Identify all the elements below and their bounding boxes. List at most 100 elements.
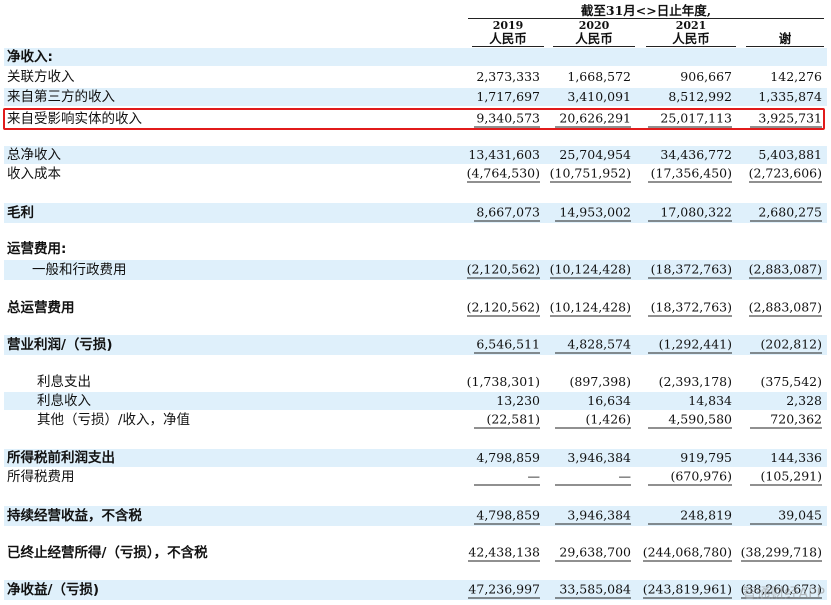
table-row: 总运营费用 (2,120,562) (10,124,428) (18,372,763)… xyxy=(4,298,827,318)
row-value: (670,976) xyxy=(648,469,732,486)
table-row: 运营费用: xyxy=(4,240,827,258)
row-value: (22,581) xyxy=(474,412,540,429)
row-value: 248,819 xyxy=(648,508,732,525)
row-value: 2,680,275 xyxy=(750,205,822,222)
row-value: 3,410,091 xyxy=(567,89,631,104)
row-value: 720,362 xyxy=(750,412,822,429)
row-label: 运营费用: xyxy=(7,241,67,257)
currency-header-2020: 人民币 xyxy=(553,32,635,47)
row-value: (17,356,450) xyxy=(648,166,732,183)
table-row: 收入成本 (4,764,530) (10,751,952) (17,356,450) (… xyxy=(4,165,827,183)
row-value: (10,124,428) xyxy=(549,299,631,317)
row-value: 4,828,574 xyxy=(555,337,631,354)
row-value: (18,372,763) xyxy=(648,262,732,279)
row-value: (244,068,780) xyxy=(642,544,732,562)
table-row: 所得税费用 — — (670,976) (105,291) xyxy=(4,468,827,486)
row-label: 净收入: xyxy=(7,49,53,65)
row-value: (243,819,961) xyxy=(642,581,732,599)
row-value: (375,542) xyxy=(760,374,822,389)
row-value: 4,590,580 xyxy=(648,412,732,429)
row-value: 47,236,997 xyxy=(468,581,540,599)
table-row: 毛利 8,667,073 14,953,002 17,080,322 2,680,275 xyxy=(4,203,827,223)
watermark: 智通财经APP xyxy=(742,586,825,602)
row-value: (2,120,562) xyxy=(466,261,540,279)
row-value: (2,883,087) xyxy=(748,261,822,279)
row-value: 25,704,954 xyxy=(559,147,631,162)
row-value: 3,946,384 xyxy=(567,450,631,465)
row-value: (202,812) xyxy=(750,337,822,354)
row-value: — xyxy=(555,469,631,486)
row-label: 关联方收入 xyxy=(7,69,75,85)
row-value: 1,335,874 xyxy=(758,89,822,104)
table-row: 利息支出 (1,738,301) (897,398) (2,393,178) (375,… xyxy=(4,373,827,391)
row-value: 906,667 xyxy=(680,69,732,84)
row-value: 5,403,881 xyxy=(758,147,822,162)
row-value: 14,953,002 xyxy=(555,205,631,222)
row-value: 34,436,772 xyxy=(660,147,732,162)
row-value: (10,751,952) xyxy=(549,165,631,183)
table-row: 来自第三方的收入 1,717,697 3,410,091 8,512,992 1,335… xyxy=(4,88,827,106)
row-label: 收入成本 xyxy=(7,166,61,182)
income-statement-table: 截至31月<>日止年度, 2019 2020 2021 人民币 人民币 人民币 … xyxy=(0,0,831,605)
currency-header-2019: 人民币 xyxy=(472,32,544,47)
row-value: (2,120,562) xyxy=(466,299,540,317)
row-value: (1,738,301) xyxy=(466,374,540,389)
row-label: 持续经营收益，不含税 xyxy=(7,508,142,524)
table-row: 总净收入 13,431,603 25,704,954 34,436,772 5,403,… xyxy=(4,146,827,164)
table-row: 持续经营收益，不含税 4,798,859 3,946,384 248,819 39,04… xyxy=(4,506,827,526)
row-value: — xyxy=(474,469,540,486)
row-value: 17,080,322 xyxy=(648,205,732,222)
row-label: 总净收入 xyxy=(7,147,61,163)
row-value: 29,638,700 xyxy=(555,545,631,562)
row-value: 144,336 xyxy=(770,450,822,465)
currency-header-usd: 谢 xyxy=(746,32,824,47)
row-value: 6,546,511 xyxy=(474,337,540,354)
row-value: (10,124,428) xyxy=(549,261,631,279)
row-value: 33,585,084 xyxy=(555,582,631,599)
row-value: 39,045 xyxy=(750,508,822,525)
row-label: 其他（亏损）/收入，净值 xyxy=(37,412,191,428)
currency-header-2021: 人民币 xyxy=(646,32,736,47)
row-value: (105,291) xyxy=(750,469,822,486)
row-label: 营业利润/（亏损) xyxy=(7,337,113,353)
table-row: 所得税前利润支出 4,798,859 3,946,384 919,795 144,336 xyxy=(4,449,827,467)
row-value: (2,883,087) xyxy=(748,299,822,317)
period-header: 截至31月<>日止年度, xyxy=(580,3,712,18)
table-row: 利息收入 13,230 16,634 14,834 2,328 xyxy=(4,392,827,410)
row-value: (18,372,763) xyxy=(648,300,732,317)
row-label: 来自第三方的收入 xyxy=(7,89,115,105)
row-value: 8,512,992 xyxy=(668,89,732,104)
row-value: 3,946,384 xyxy=(555,508,631,525)
row-value: 2,328 xyxy=(786,393,822,408)
row-value: 4,798,859 xyxy=(476,450,540,465)
row-value: (897,398) xyxy=(569,374,631,389)
row-value: 2,373,333 xyxy=(476,69,540,84)
row-label: 一般和行政费用 xyxy=(32,262,127,278)
row-value: (38,299,718) xyxy=(740,544,822,562)
row-value: 1,668,572 xyxy=(567,69,631,84)
row-value: 14,834 xyxy=(688,393,732,408)
row-value: (2,393,178) xyxy=(658,374,732,389)
table-row: 关联方收入 2,373,333 1,668,572 906,667 142,276 xyxy=(4,68,827,86)
row-value: 13,431,603 xyxy=(468,147,540,162)
row-label: 利息收入 xyxy=(37,393,91,409)
row-label: 毛利 xyxy=(7,205,34,221)
row-value: 919,795 xyxy=(680,450,732,465)
row-value: 8,667,073 xyxy=(474,205,540,222)
row-label: 利息支出 xyxy=(37,374,91,390)
row-value: 16,634 xyxy=(587,393,631,408)
table-row: 已终止经营所得/（亏损），不含税 42,438,138 29,638,700 (244… xyxy=(4,543,827,563)
row-value: 4,798,859 xyxy=(474,508,540,525)
table-row: 其他（亏损）/收入，净值 (22,581) (1,426) 4,590,580 720,… xyxy=(4,411,827,429)
row-value: (2,723,606) xyxy=(748,165,822,183)
table-row: 一般和行政费用 (2,120,562) (10,124,428) (18,372,76… xyxy=(4,260,827,280)
row-value: (1,426) xyxy=(555,412,631,429)
table-row: 营业利润/（亏损) 6,546,511 4,828,574 (1,292,441) (2… xyxy=(4,335,827,355)
row-label: 已终止经营所得/（亏损），不含税 xyxy=(7,545,208,561)
row-label: 所得税费用 xyxy=(7,469,75,485)
row-value: 142,276 xyxy=(770,69,822,84)
row-value: 1,717,697 xyxy=(476,89,540,104)
row-value: (4,764,530) xyxy=(466,165,540,183)
row-value: 13,230 xyxy=(496,393,540,408)
row-value: (1,292,441) xyxy=(648,337,732,354)
